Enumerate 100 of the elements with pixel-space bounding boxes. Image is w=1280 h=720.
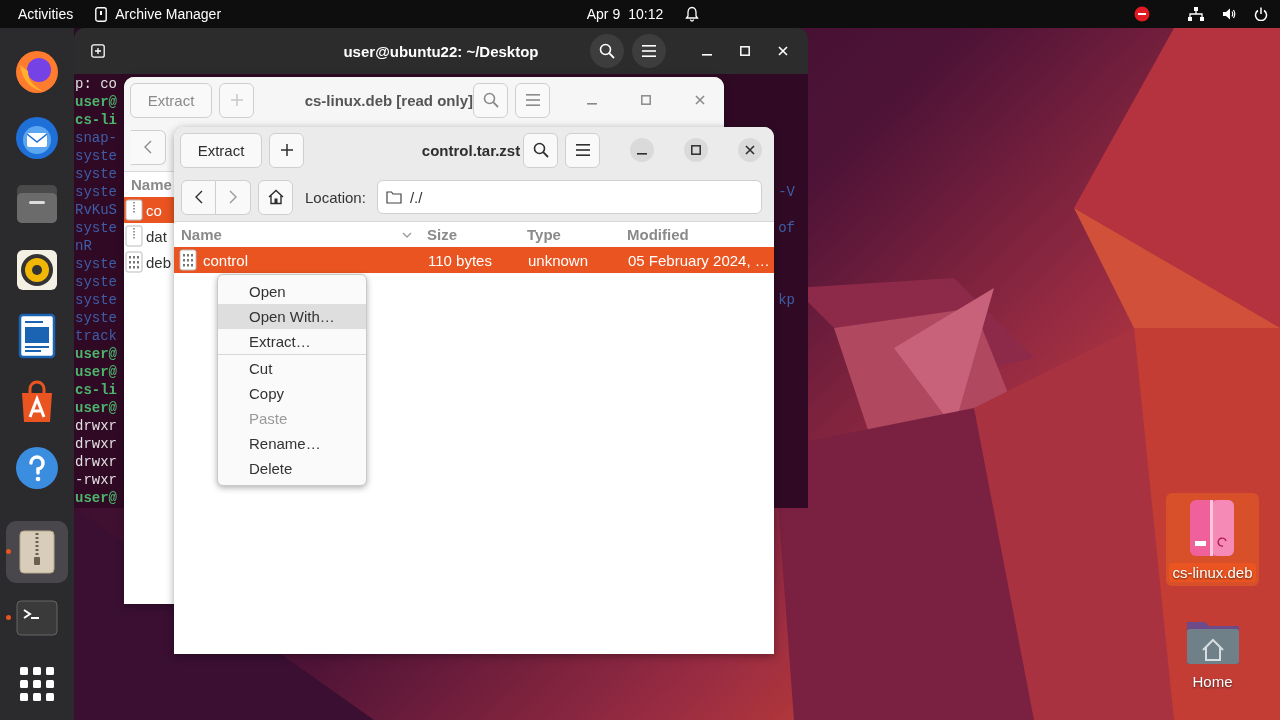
minimize-icon	[587, 103, 597, 105]
desktop-icon[interactable]: cs-linux.deb	[1166, 493, 1259, 586]
terminal-line: cs-li	[75, 381, 117, 399]
search-button[interactable]	[590, 34, 624, 68]
menu-item[interactable]: Delete	[218, 456, 366, 481]
file-row[interactable]: dat	[124, 223, 176, 249]
terminal-line: cs-li	[75, 111, 117, 129]
menu-item[interactable]: Cut	[218, 356, 366, 381]
add-button[interactable]	[269, 132, 304, 168]
power-icon	[1254, 7, 1268, 21]
plus-icon	[279, 143, 294, 157]
app-icon	[95, 6, 108, 22]
terminal-line: nR	[75, 237, 92, 255]
table-cell-text: unknown	[527, 251, 590, 269]
location-field[interactable]: /./	[376, 180, 762, 214]
file-row[interactable]: deb	[124, 249, 176, 275]
back-icon	[194, 190, 203, 204]
terminal-line: p: co	[75, 75, 117, 93]
close-button[interactable]	[738, 138, 762, 162]
menu-icon	[575, 144, 590, 156]
location-label: Location:	[305, 188, 366, 206]
terminal-line: syste	[75, 291, 117, 309]
mail-icon	[14, 115, 60, 161]
menu-button[interactable]	[565, 132, 600, 168]
maximize-icon	[641, 95, 651, 105]
terminal-line: track	[75, 327, 117, 345]
home-icon	[267, 189, 284, 205]
close-icon	[778, 46, 788, 56]
terminal-line: drwxr	[75, 453, 117, 471]
menu-item[interactable]: Open With…	[218, 304, 366, 329]
file-row[interactable]: control 110 bytes unknown 05 February 2024, …	[174, 247, 774, 273]
terminal-line: syste	[75, 273, 117, 291]
terminal-line: of	[778, 219, 795, 237]
menu-icon	[642, 45, 656, 57]
terminal-line: user@	[75, 93, 117, 111]
terminal-line: -rwxr	[75, 471, 117, 489]
terminal-line: syste	[75, 219, 117, 237]
archive-file-icon	[125, 199, 143, 221]
terminal-line: -V	[778, 183, 795, 201]
minimize-icon	[637, 153, 647, 155]
file-name: co	[146, 201, 162, 219]
terminal-line: RvKuS	[75, 201, 117, 219]
file-name: control	[203, 251, 249, 269]
menu-item[interactable]: Extract…	[218, 329, 366, 354]
plus-icon	[229, 93, 244, 107]
speaker-icon	[14, 247, 60, 293]
terminal-line: syste	[75, 309, 117, 327]
file-name: deb	[146, 253, 172, 271]
folder-icon	[385, 190, 402, 204]
minimize-button[interactable]	[630, 138, 654, 162]
menu-item[interactable]: Open	[218, 279, 366, 304]
date-text[interactable]: Apr 9	[586, 6, 621, 22]
home-button[interactable]	[258, 179, 293, 215]
new-tab-icon	[91, 44, 105, 58]
window-title: user@ubuntu22: ~/Desktop	[343, 42, 539, 60]
icon-label: Home	[1191, 672, 1234, 691]
terminal-line: syste	[75, 147, 117, 165]
close-icon	[745, 145, 755, 155]
app-menu[interactable]: Archive Manager	[115, 6, 222, 22]
terminal-line: syste	[75, 165, 117, 183]
help-icon	[14, 445, 60, 491]
terminal-line: user@	[75, 399, 117, 417]
back-button[interactable]	[181, 179, 216, 215]
terminal-line: kp	[778, 291, 795, 309]
desktop-icon[interactable]: Home	[1171, 610, 1254, 695]
terminal-line: syste	[75, 183, 117, 201]
apps-grid-icon	[20, 667, 54, 701]
package-icon	[1189, 499, 1236, 557]
icon-label: cs-linux.deb	[1169, 563, 1256, 582]
minimize-icon	[702, 54, 712, 56]
maximize-icon	[691, 145, 701, 155]
terminal-line: drwxr	[75, 417, 117, 435]
extract-button[interactable]: Extract	[180, 132, 262, 168]
close-icon	[695, 95, 705, 105]
forward-icon	[229, 190, 237, 204]
activities-button[interactable]: Activities	[18, 6, 74, 22]
terminal-line: user@	[75, 345, 117, 363]
browser-icon	[14, 49, 60, 95]
terminal-line: drwxr	[75, 435, 117, 453]
search-button[interactable]	[523, 132, 558, 168]
menu-button[interactable]	[632, 34, 666, 68]
maximize-icon	[740, 46, 750, 56]
back-icon	[144, 140, 152, 154]
file-row[interactable]: co	[124, 197, 176, 223]
clock-text[interactable]: 10:12	[628, 6, 664, 22]
search-icon	[482, 92, 499, 108]
menu-item[interactable]: Rename…	[218, 431, 366, 456]
search-icon	[532, 142, 549, 158]
network-icon	[1188, 7, 1204, 21]
maximize-button[interactable]	[684, 138, 708, 162]
search-icon	[599, 43, 615, 59]
terminal-line: snap-	[75, 129, 117, 147]
terminal-line: syste	[75, 255, 117, 273]
table-cell-text: 05 February 2024, …	[627, 251, 771, 269]
dock-button[interactable]	[6, 521, 68, 583]
volume-icon	[1222, 7, 1236, 21]
file-name: dat	[146, 227, 167, 245]
menu-item[interactable]: Copy	[218, 381, 366, 406]
sort-caret-icon	[402, 231, 412, 238]
table-cell-text: 110 bytes	[427, 251, 493, 269]
